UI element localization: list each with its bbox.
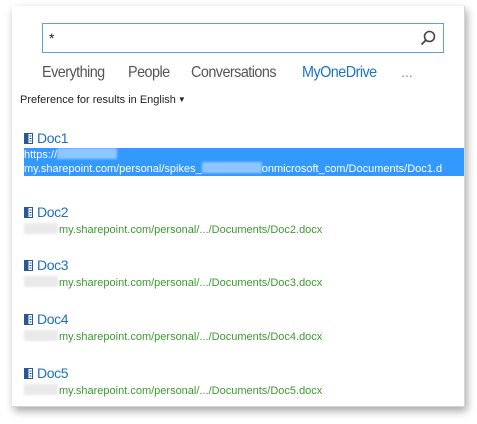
language-preference-label: Preference for results in English xyxy=(20,94,176,106)
result-title-text: Doc4 xyxy=(37,311,69,327)
search-results-panel: Everything People Conversations MyOneDri… xyxy=(12,6,465,407)
result-url-line1: https:// xyxy=(24,149,58,161)
result-url-text: my.sharepoint.com/personal/.../Documents… xyxy=(59,224,323,236)
search-icon[interactable] xyxy=(419,29,437,47)
result-url-text: my.sharepoint.com/personal/.../Documents… xyxy=(59,277,323,289)
result-url[interactable]: my.sharepoint.com/personal/.../Documents… xyxy=(24,330,464,343)
result-url[interactable]: my.sharepoint.com/personal/.../Documents… xyxy=(24,384,464,397)
word-document-icon xyxy=(24,314,33,325)
result-url-text: my.sharepoint.com/personal/.../Documents… xyxy=(59,331,323,343)
result-title-link[interactable]: Doc1 xyxy=(24,130,464,146)
search-input[interactable] xyxy=(49,28,399,48)
search-result: Doc5 my.sharepoint.com/personal/.../Docu… xyxy=(24,365,464,397)
tabs-more-button[interactable]: ... xyxy=(401,64,413,80)
result-title-link[interactable]: Doc2 xyxy=(24,204,464,220)
redacted-region xyxy=(24,330,58,341)
tab-everything[interactable]: Everything xyxy=(42,64,105,82)
word-document-icon xyxy=(24,207,33,218)
tab-conversations[interactable]: Conversations xyxy=(191,64,277,82)
search-result: Doc3 my.sharepoint.com/personal/.../Docu… xyxy=(24,257,464,289)
caret-down-icon: ▼ xyxy=(177,95,186,104)
redacted-region xyxy=(201,162,262,173)
result-title-link[interactable]: Doc5 xyxy=(24,365,464,381)
result-title-text: Doc2 xyxy=(37,204,69,220)
result-title-text: Doc5 xyxy=(37,365,69,381)
search-result: Doc1 https:// my.sharepoint.com/personal… xyxy=(24,130,464,176)
word-document-icon xyxy=(24,133,33,144)
result-title-link[interactable]: Doc4 xyxy=(24,311,464,327)
word-document-icon xyxy=(24,260,33,271)
search-vertical-tabs: Everything People Conversations MyOneDri… xyxy=(42,64,413,88)
search-result: Doc4 my.sharepoint.com/personal/.../Docu… xyxy=(24,311,464,343)
redacted-region xyxy=(24,276,58,287)
result-url-line2-start: my.sharepoint.com/personal/spikes_ xyxy=(24,163,202,175)
result-title-text: Doc1 xyxy=(37,130,69,146)
redacted-region xyxy=(24,223,58,234)
redacted-region xyxy=(57,148,118,159)
result-url[interactable]: my.sharepoint.com/personal/.../Documents… xyxy=(24,223,464,236)
search-box[interactable] xyxy=(42,23,444,53)
result-url-selected[interactable]: https:// my.sharepoint.com/personal/spik… xyxy=(24,148,464,176)
word-document-icon xyxy=(24,368,33,379)
result-title-link[interactable]: Doc3 xyxy=(24,257,464,273)
result-url[interactable]: my.sharepoint.com/personal/.../Documents… xyxy=(24,276,464,289)
language-preference-dropdown[interactable]: Preference for results in English ▼ xyxy=(20,94,186,106)
tab-people[interactable]: People xyxy=(128,64,170,82)
result-url-line2-end: onmicrosoft_com/Documents/Doc1.d xyxy=(261,163,443,175)
result-url-text: my.sharepoint.com/personal/.../Documents… xyxy=(59,385,323,397)
search-result: Doc2 my.sharepoint.com/personal/.../Docu… xyxy=(24,204,464,236)
tab-myonedrive[interactable]: MyOneDrive xyxy=(302,64,377,82)
result-title-text: Doc3 xyxy=(37,257,69,273)
redacted-region xyxy=(24,384,58,395)
